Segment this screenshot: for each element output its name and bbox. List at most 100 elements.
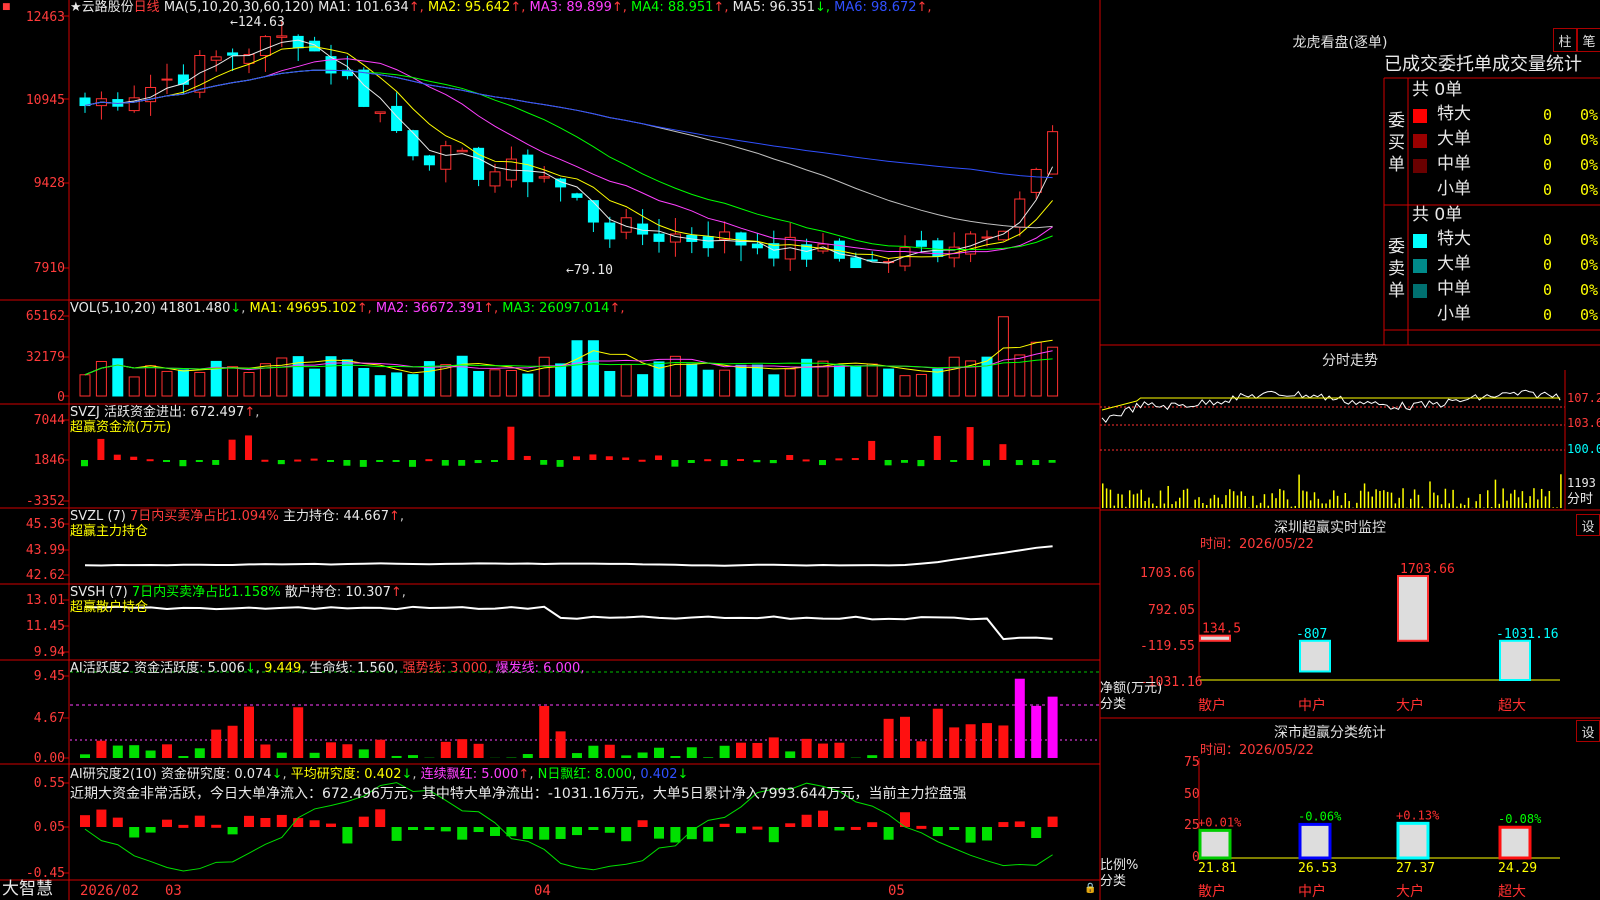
x-label: 04 xyxy=(534,883,551,899)
svsh-header: SVSH (7) 7日内买卖净占比1.158% 散户持仓: 10.307↑, xyxy=(70,585,406,600)
activity-bar xyxy=(637,752,648,758)
fundflow-bar xyxy=(1015,460,1023,466)
fenshi-volume-bar xyxy=(1348,501,1350,508)
fenshi-volume-bar xyxy=(1544,496,1547,508)
fundflow-bar xyxy=(376,460,384,462)
fenshi-volume-bar xyxy=(1256,505,1258,508)
y-tick: 65162 xyxy=(25,309,65,324)
menu-square-icon[interactable]: ■ xyxy=(2,3,11,12)
research-bar xyxy=(1047,816,1058,827)
candle-body xyxy=(538,176,550,179)
activity-bar xyxy=(112,745,123,758)
research-bar xyxy=(670,827,681,843)
fundflow-bar xyxy=(441,460,449,466)
fundflow-bar xyxy=(261,459,269,462)
fenshi-volume-bar xyxy=(1209,498,1212,508)
buy-swatch xyxy=(1413,109,1427,123)
fundflow-bar xyxy=(146,459,154,462)
research-bar xyxy=(982,827,992,841)
monitor-category: 中户 xyxy=(1298,697,1326,714)
sz-class-axis-note2: 分类 xyxy=(1100,874,1127,889)
app-logo: 大智慧 xyxy=(2,879,53,899)
y-tick: -3352 xyxy=(25,494,65,509)
lock-icon[interactable]: 🔒 xyxy=(1084,884,1096,894)
volume-bar xyxy=(243,372,255,397)
y-tick: 12463 xyxy=(25,10,65,25)
fundflow-bar xyxy=(769,460,777,464)
fundflow-bar xyxy=(81,460,88,467)
fundflow-bar xyxy=(605,456,613,460)
vol-header: VOL(5,10,20) 41801.480↓, MA1: 49695.102↑… xyxy=(70,301,625,316)
fundflow-bar xyxy=(835,458,843,461)
fenshi-volume-bar xyxy=(1340,505,1343,508)
fundflow-bar xyxy=(655,455,662,460)
volume-bar xyxy=(456,355,468,397)
period-label[interactable]: 日线 xyxy=(134,0,160,15)
fenshi-volume-bar xyxy=(1117,493,1119,508)
research-bar xyxy=(752,826,763,830)
fenshi-volume-bar xyxy=(1329,499,1331,508)
activity-bar xyxy=(1047,696,1058,758)
sell-row-pct: 0% xyxy=(1580,281,1599,299)
monitor-bar-2 xyxy=(1299,639,1331,673)
fundflow-bar xyxy=(359,460,367,467)
class-bar-2 xyxy=(1298,822,1332,860)
sell-row-pct: 0% xyxy=(1580,306,1599,324)
y-tick: 45.36 xyxy=(25,517,65,532)
fundflow-bar xyxy=(474,460,482,464)
fundflow-bar xyxy=(966,427,974,460)
activity-bar xyxy=(194,748,205,758)
volume-bar xyxy=(768,374,780,397)
candle-body xyxy=(522,154,534,183)
fenshi-volume-bar xyxy=(1217,497,1219,508)
fenshi-volume-bar xyxy=(1506,500,1508,508)
candle-body xyxy=(702,236,714,249)
fenshi-tick: 103.6 xyxy=(1567,416,1600,430)
activity-bar xyxy=(276,752,287,758)
buy-total: 共 0单 xyxy=(1412,80,1463,100)
fenshi-volume-bar xyxy=(1359,490,1362,508)
research-bar xyxy=(801,814,812,827)
fenshi-volume-bar xyxy=(1402,488,1404,508)
fenshi-volume-bar xyxy=(1252,495,1254,508)
vol-ma-value-1: MA1: 49695.102 xyxy=(249,301,357,316)
fenshi-label: 分时 xyxy=(1567,492,1594,507)
sell-row-label: 特大 xyxy=(1437,229,1471,249)
class-category: 大户 xyxy=(1396,883,1424,900)
sz-monitor-tick: 792.05 xyxy=(1148,603,1195,618)
fenshi-volume-bar xyxy=(1433,492,1435,508)
ma-line-1 xyxy=(84,39,1054,264)
fenshi-volume-bar xyxy=(1479,494,1481,508)
fenshi-volume-bar xyxy=(1502,488,1504,508)
research-bar xyxy=(96,809,107,827)
volume-bar xyxy=(620,364,632,397)
sz-class-settings-button[interactable]: 设 xyxy=(1576,720,1600,742)
volume-bar xyxy=(587,340,599,397)
fundflow-bar xyxy=(950,460,958,462)
candle-body xyxy=(391,105,403,132)
bar-mode-button[interactable]: 柱 xyxy=(1553,28,1577,52)
volume-bar xyxy=(997,316,1009,397)
fundflow-bar xyxy=(638,459,646,462)
fenshi-volume-bar xyxy=(1494,479,1497,508)
y-tick: 7910 xyxy=(33,261,65,276)
fenshi-volume-bar xyxy=(1202,503,1204,508)
fenshi-volume-bar xyxy=(1148,497,1150,508)
y-tick: 9428 xyxy=(33,176,65,191)
volume-bar xyxy=(833,365,845,397)
activity-bar xyxy=(358,749,369,758)
activity-bar xyxy=(604,744,615,758)
volume-bar xyxy=(79,374,91,397)
volume-bar xyxy=(1047,346,1059,397)
research-bar xyxy=(178,824,189,828)
research-bar xyxy=(276,814,287,827)
volume-bar xyxy=(1030,341,1042,397)
lhb-tabs[interactable]: 已成交委托单成交量统计 xyxy=(1384,56,1582,74)
sz-monitor-settings-button[interactable]: 设 xyxy=(1576,514,1600,536)
chart-canvas[interactable]: 134.5 散户 -807 中户 1703.66 大户 -1031.16 超大 +0.01% 21… xyxy=(0,0,1600,900)
fundflow-bar xyxy=(671,460,679,467)
tick-mode-button[interactable]: 笔 xyxy=(1577,28,1600,52)
candle-body xyxy=(210,56,222,61)
y-tick: 11.45 xyxy=(25,619,65,634)
volume-bar xyxy=(702,369,714,397)
